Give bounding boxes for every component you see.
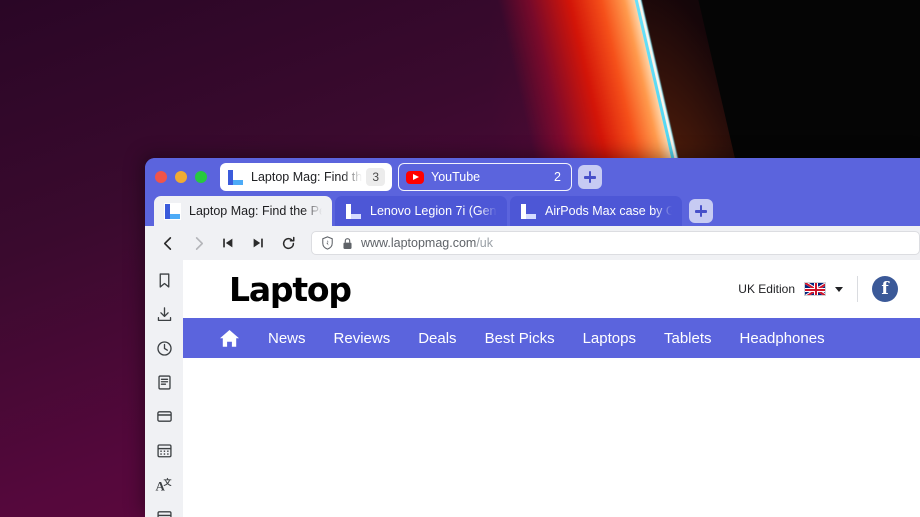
reading-list-icon[interactable] [153, 374, 175, 391]
nav-item-news[interactable]: News [268, 330, 306, 347]
nav-item-tablets[interactable]: Tablets [664, 330, 712, 347]
forward-button[interactable] [183, 229, 213, 257]
site-logo[interactable]: Laptop [229, 270, 352, 309]
uk-flag-icon [804, 282, 826, 296]
tab-strip: Laptop Mag: Find the Perfe Lenovo Legion… [145, 196, 920, 226]
site-header-right: UK Edition f [738, 276, 898, 302]
address-bar[interactable]: www.laptopmag.com/uk [311, 231, 920, 255]
site-header: Laptop UK Edition f [183, 260, 920, 318]
new-space-button[interactable] [578, 165, 602, 189]
home-glyph [220, 329, 239, 347]
reload-icon [282, 236, 294, 249]
window-titlebar: Laptop Mag: Find the Perfect Laptop 3 Yo… [145, 158, 920, 196]
url-path: /uk [476, 236, 494, 250]
skip-forward-button[interactable] [243, 229, 273, 257]
window-controls [155, 171, 220, 183]
tab-label: Lenovo Legion 7i (Gen 6, In [370, 204, 497, 218]
bookmarks-icon[interactable] [153, 272, 175, 289]
skip-forward-icon [253, 238, 263, 248]
downloads-icon[interactable] [153, 306, 175, 323]
translate-icon[interactable]: A 文 [153, 476, 175, 494]
url-domain: www.laptopmag.com [361, 236, 477, 250]
skip-back-button[interactable] [213, 229, 243, 257]
calendar-icon[interactable] [153, 442, 175, 459]
back-button[interactable] [153, 229, 183, 257]
space-tab-count: 2 [554, 170, 561, 184]
history-icon[interactable] [153, 340, 175, 357]
nav-item-reviews[interactable]: Reviews [334, 330, 391, 347]
page-body [183, 358, 920, 517]
tab-label: Laptop Mag: Find the Perfe [189, 204, 322, 218]
back-arrow-icon [163, 236, 171, 250]
laptopmag-icon [345, 203, 362, 220]
space-tab-label: YouTube [431, 170, 481, 184]
laptopmag-icon [164, 202, 181, 220]
minimize-window-button[interactable] [175, 171, 187, 183]
shield-icon [322, 236, 333, 250]
new-tab-button-wrap [685, 199, 713, 226]
tab-label: AirPods Max case by Gucc [545, 204, 672, 218]
maximize-window-button[interactable] [195, 171, 207, 183]
home-icon[interactable] [219, 329, 240, 348]
space-tab-laptopmag[interactable]: Laptop Mag: Find the Perfect Laptop 3 [220, 163, 392, 191]
reload-button[interactable] [273, 229, 303, 257]
tab-airpods-max[interactable]: AirPods Max case by Gucc [510, 196, 682, 226]
svg-text:文: 文 [164, 477, 173, 487]
edition-label: UK Edition [738, 282, 795, 296]
screen: Laptop Mag: Find the Perfect Laptop 3 Yo… [0, 0, 920, 517]
chevron-down-icon[interactable] [835, 286, 843, 292]
more-tools-icon[interactable] [153, 511, 175, 517]
space-tab-count: 3 [366, 168, 385, 186]
laptopmag-icon [520, 203, 537, 220]
space-tab-label: Laptop Mag: Find the Perfect Laptop [251, 170, 363, 184]
nav-item-laptops[interactable]: Laptops [583, 330, 636, 347]
tab-laptopmag[interactable]: Laptop Mag: Find the Perfe [154, 196, 332, 226]
tab-lenovo-legion[interactable]: Lenovo Legion 7i (Gen 6, In [335, 196, 507, 226]
browser-toolbar: www.laptopmag.com/uk [145, 226, 920, 260]
web-page: Laptop UK Edition f News Reviews Deals B… [183, 260, 920, 517]
browser-window: Laptop Mag: Find the Perfect Laptop 3 Yo… [145, 158, 920, 517]
lock-icon [343, 237, 352, 249]
site-nav: News Reviews Deals Best Picks Laptops Ta… [183, 318, 920, 358]
skip-back-icon [223, 238, 233, 248]
facebook-icon[interactable]: f [872, 276, 898, 302]
space-tab-youtube[interactable]: YouTube 2 [398, 163, 572, 191]
nav-item-headphones[interactable]: Headphones [740, 330, 825, 347]
laptopmag-icon [227, 168, 244, 186]
browser-sidebar: A 文 [145, 260, 183, 517]
header-divider [857, 276, 858, 302]
browser-content: A 文 Laptop UK Edition f News Reviews Dea… [145, 260, 920, 517]
url-text: www.laptopmag.com/uk [361, 236, 493, 250]
forward-arrow-icon [195, 236, 203, 250]
new-tab-button[interactable] [689, 199, 713, 223]
youtube-icon [406, 170, 424, 184]
nav-item-best-picks[interactable]: Best Picks [485, 330, 555, 347]
close-window-button[interactable] [155, 171, 167, 183]
wallet-icon[interactable] [153, 408, 175, 425]
nav-item-deals[interactable]: Deals [418, 330, 456, 347]
